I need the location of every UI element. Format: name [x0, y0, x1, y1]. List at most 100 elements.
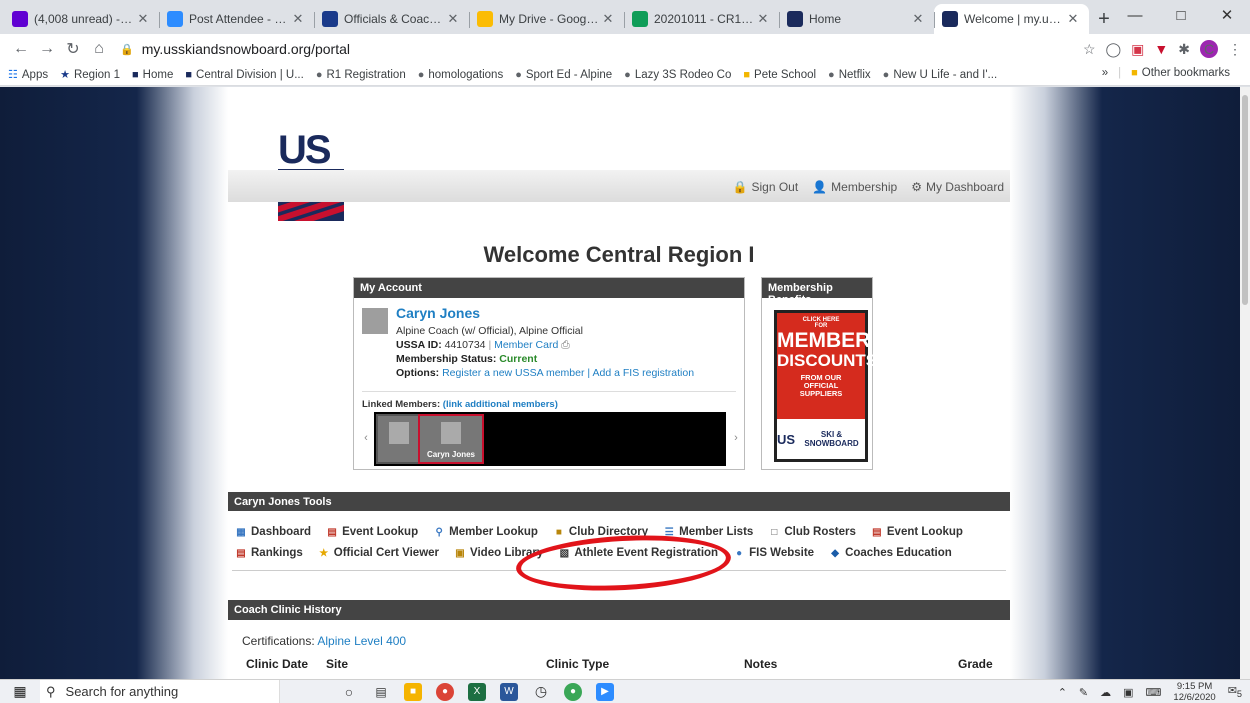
calendar-icon: ▤ — [872, 526, 882, 538]
back-button[interactable]: ← — [8, 40, 34, 58]
bookmark-item[interactable]: ★ Region 1 — [60, 68, 120, 82]
bookmark-item[interactable]: ● New U Life - and I'... — [883, 69, 997, 81]
membership-status-line: Membership Status: Current — [396, 353, 538, 365]
close-tab-icon[interactable]: ✕ — [290, 11, 306, 27]
word-icon[interactable]: W — [500, 682, 518, 701]
close-tab-icon[interactable]: ✕ — [1065, 11, 1081, 27]
windows-start-icon[interactable]: ▦ — [0, 683, 40, 700]
my-dashboard-link[interactable]: ⚙ My Dashboard — [911, 180, 1004, 194]
ussa-icon: ■ — [185, 68, 193, 81]
zoom-icon[interactable]: ▶ — [596, 682, 614, 701]
snow-background-left — [0, 87, 228, 679]
close-tab-icon[interactable]: ✕ — [600, 11, 616, 27]
reload-button[interactable]: ↻ — [60, 39, 86, 59]
other-bookmarks[interactable]: ■ Other bookmarks — [1131, 67, 1230, 79]
ussa-icon — [942, 11, 958, 27]
add-fis-registration-link[interactable]: Add a FIS registration — [593, 367, 695, 379]
page-scrollbar[interactable] — [1240, 87, 1250, 679]
tool-link[interactable]: ⚲ Member Lookup — [432, 526, 537, 538]
bookmark-item[interactable]: ● Netflix — [828, 69, 871, 81]
bookmark-item[interactable]: ● R1 Registration — [316, 69, 406, 81]
sign-out-link[interactable]: 🔒 Sign Out — [733, 180, 799, 194]
printer-icon[interactable]: ⎙ — [561, 339, 569, 351]
carousel-prev-button[interactable]: ‹ — [356, 418, 376, 458]
tool-link[interactable]: □ Club Rosters — [767, 526, 856, 538]
browser-tab[interactable]: Welcome | my.usskian✕ — [934, 4, 1089, 34]
tool-link[interactable]: ▤ Rankings — [234, 547, 303, 559]
address-bar[interactable]: 🔒 my.usskiandsnowboard.org/portal — [120, 36, 1075, 62]
star-icon — [322, 11, 338, 27]
browser-tab[interactable]: (4,008 unread) - cussa✕ — [4, 4, 159, 34]
member-discounts-banner[interactable]: CLICK HERE FOR MEMBER DISCOUNTS FROM OUR… — [774, 310, 877, 462]
mail-icon — [12, 11, 28, 27]
close-tab-icon[interactable]: ✕ — [445, 11, 461, 27]
bookmark-item[interactable]: ● homologations — [418, 69, 503, 81]
chevron-up-icon[interactable]: ⌃ — [1058, 686, 1067, 699]
close-tab-icon[interactable]: ✕ — [135, 11, 151, 27]
keyboard-icon[interactable]: ⌨ — [1146, 686, 1162, 699]
avatar — [362, 308, 388, 334]
shield-extension-icon[interactable]: ▼ — [1154, 41, 1168, 57]
close-tab-icon[interactable]: ✕ — [755, 11, 771, 27]
taskbar-search[interactable]: ⚲ Search for anything — [40, 679, 280, 703]
close-window-button[interactable]: ✕ — [1204, 0, 1250, 30]
bookmark-item[interactable]: ● Lazy 3S Rodeo Co — [624, 69, 731, 81]
magnifier-icon: ⚲ — [435, 526, 443, 538]
profile-avatar[interactable]: C — [1200, 40, 1218, 58]
bookmark-star-icon[interactable]: ☆ — [1083, 41, 1096, 58]
panel-header: Membership Benefits — [762, 278, 872, 306]
chrome-icon[interactable]: ● — [436, 682, 454, 701]
forward-button[interactable]: → — [34, 40, 60, 58]
certification-link[interactable]: Alpine Level 400 — [317, 634, 406, 648]
bookmark-item[interactable]: ■ Pete School — [743, 69, 816, 81]
bookmark-item[interactable]: ☷ Apps — [8, 68, 48, 82]
register-new-member-link[interactable]: Register a new USSA member — [442, 367, 584, 379]
task-view-icon[interactable]: ▤ — [372, 683, 390, 701]
notifications-icon[interactable]: ✉5 — [1228, 684, 1242, 699]
tool-link[interactable]: ● FIS Website — [732, 547, 814, 559]
tool-link[interactable]: ▤ Event Lookup — [870, 526, 963, 538]
menu-kebab-icon[interactable]: ⋮ — [1228, 41, 1242, 58]
photos-icon[interactable]: ● — [564, 682, 582, 701]
linked-member-card[interactable] — [376, 414, 422, 464]
cloud-icon[interactable]: ☁ — [1100, 686, 1111, 699]
clock-app-icon[interactable]: ◷ — [532, 683, 550, 701]
tool-link[interactable]: ▦ Dashboard — [234, 526, 311, 538]
file-explorer-icon[interactable]: ■ — [404, 682, 422, 701]
puzzle-icon[interactable]: ✱ — [1178, 41, 1190, 58]
browser-tab[interactable]: Post Attendee - Zoom✕ — [159, 4, 314, 34]
browser-tab[interactable]: 20201011 - CR1 Propo✕ — [624, 4, 779, 34]
browser-tab[interactable]: Officials & Coaches ✕ — [314, 4, 469, 34]
home-button[interactable]: ⌂ — [86, 40, 112, 58]
member-name-link[interactable]: Caryn Jones — [396, 305, 480, 321]
browser-tab[interactable]: Home ✕ — [779, 4, 934, 34]
folder-icon: ■ — [1131, 67, 1138, 79]
carousel-next-button[interactable]: › — [726, 418, 746, 458]
network-icon[interactable]: ▣ — [1123, 686, 1133, 699]
taskbar-clock[interactable]: 9:15 PM 12/6/2020 — [1173, 681, 1215, 703]
browser-tab[interactable]: My Drive - Google Driv✕ — [469, 4, 624, 34]
close-tab-icon[interactable]: ✕ — [910, 11, 926, 27]
bookmark-item[interactable]: ● Sport Ed - Alpine — [515, 69, 612, 81]
linked-member-card-selected[interactable]: Caryn Jones — [418, 414, 484, 464]
pocket-icon[interactable]: ▣ — [1131, 41, 1144, 58]
cortana-icon[interactable]: ○ — [340, 683, 358, 701]
membership-link[interactable]: 👤 Membership — [812, 180, 897, 194]
tool-link[interactable]: ◆ Coaches Education — [828, 547, 952, 559]
bookmark-item[interactable]: ■ Central Division | U... — [185, 69, 303, 81]
extension-icon[interactable]: ◯ — [1106, 41, 1122, 58]
bookmark-item[interactable]: ■ Home — [132, 69, 173, 81]
tool-link[interactable]: ★ Official Cert Viewer — [317, 547, 439, 559]
apps-grid-icon: ☷ — [8, 69, 18, 81]
minimize-button[interactable]: — — [1112, 0, 1158, 30]
link-additional-members-link[interactable]: (link additional members) — [443, 399, 558, 410]
graduation-cap-icon: ◆ — [831, 547, 839, 559]
us-ski-snowboard-logo: US SKI & SNOWBOARD — [777, 419, 865, 459]
bookmarks-overflow-button[interactable]: » — [1102, 67, 1108, 79]
book-icon: ■ — [555, 526, 562, 538]
maximize-button[interactable]: □ — [1158, 0, 1204, 30]
excel-icon[interactable]: X — [468, 682, 486, 701]
tool-link[interactable]: ▤ Event Lookup — [325, 526, 418, 538]
pen-icon[interactable]: ✎ — [1079, 686, 1088, 699]
member-card-link[interactable]: Member Card — [494, 339, 558, 351]
